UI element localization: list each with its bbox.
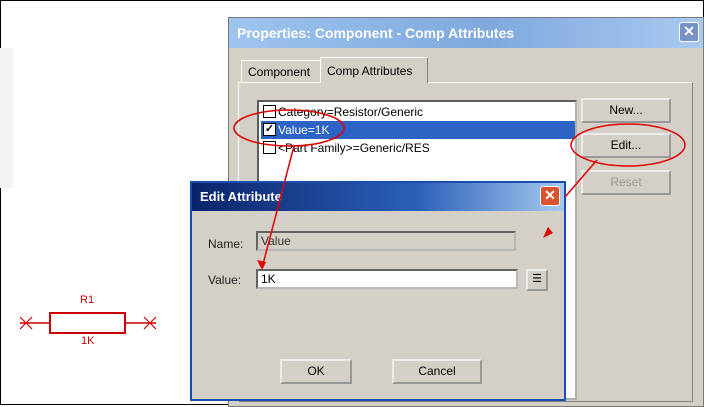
- resistor-ref-label: R1: [80, 294, 95, 306]
- properties-titlebar[interactable]: Properties: Component - Comp Attributes …: [229, 18, 703, 48]
- value-options-button[interactable]: ☰: [526, 269, 548, 291]
- edit-dialog-close-button[interactable]: ✕: [540, 186, 560, 206]
- reset-button[interactable]: Reset: [581, 170, 671, 195]
- attribute-label: Category=Resistor/Generic: [278, 105, 424, 119]
- cancel-button[interactable]: Cancel: [392, 359, 482, 384]
- close-icon: ✕: [544, 187, 556, 203]
- resistor-value-label: 1K: [81, 335, 95, 347]
- value-input[interactable]: 1K: [256, 269, 518, 289]
- attribute-item[interactable]: Category=Resistor/Generic: [261, 103, 423, 121]
- edit-dialog-title: Edit Attribute: [200, 189, 282, 204]
- value-label: Value:: [208, 273, 242, 287]
- attribute-label: Value=1K: [278, 123, 330, 137]
- attribute-checkbox[interactable]: [263, 141, 276, 155]
- properties-title: Properties: Component - Comp Attributes: [237, 25, 515, 41]
- attribute-checkbox[interactable]: [263, 105, 276, 119]
- new-button[interactable]: New...: [581, 98, 671, 123]
- name-label: Name:: [208, 237, 244, 251]
- ok-button[interactable]: OK: [280, 359, 352, 384]
- attribute-item[interactable]: <Part Family>=Generic/RES: [261, 139, 430, 157]
- tab-component[interactable]: Component: [241, 60, 321, 82]
- edit-attribute-dialog: Edit Attribute ✕ Name: Value Value: 1K ☰…: [190, 181, 566, 401]
- name-field: Value: [256, 231, 516, 251]
- resistor-symbol[interactable]: R1 1K: [14, 290, 164, 360]
- properties-close-button[interactable]: ✕: [679, 22, 699, 42]
- tab-comp-attributes[interactable]: Comp Attributes: [320, 57, 428, 83]
- background-strip: [0, 48, 13, 188]
- edit-button[interactable]: Edit...: [581, 133, 671, 158]
- attribute-item-selected[interactable]: ✓ Value=1K: [261, 121, 575, 139]
- list-icon: ☰: [532, 273, 542, 285]
- edit-dialog-titlebar[interactable]: Edit Attribute ✕: [192, 183, 564, 211]
- close-icon: ✕: [683, 23, 695, 39]
- attribute-label: <Part Family>=Generic/RES: [278, 141, 430, 155]
- attribute-checkbox-checked[interactable]: ✓: [263, 123, 276, 137]
